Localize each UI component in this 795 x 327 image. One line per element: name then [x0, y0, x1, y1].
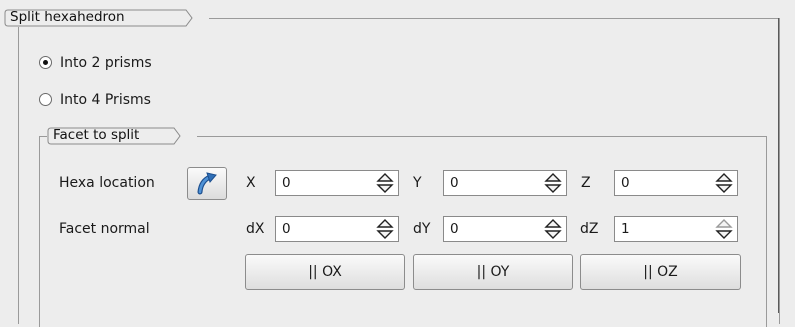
dy-spinbox[interactable]: 0: [443, 216, 567, 242]
y-label: Y: [413, 175, 422, 191]
x-value: 0: [282, 175, 291, 191]
hexa-location-label: Hexa location: [59, 175, 155, 191]
facet-to-split-title-text: Facet to split: [53, 127, 140, 143]
z-spinbox[interactable]: 0: [614, 170, 738, 196]
curved-arrow-select-icon: [197, 172, 217, 195]
dz-label: dZ: [580, 221, 599, 237]
dx-value: 0: [282, 221, 291, 237]
spin-arrows-icon[interactable]: [541, 218, 565, 240]
split-hexahedron-title-text: Split hexahedron: [10, 9, 125, 25]
hexa-location-select-button[interactable]: [187, 167, 227, 200]
dz-value: 1: [621, 221, 630, 237]
split-hexahedron-group-title: Split hexahedron: [4, 9, 209, 27]
radio-label: Into 4 Prisms: [60, 92, 151, 108]
z-label: Z: [581, 175, 591, 191]
facet-to-split-group-title: Facet to split: [47, 127, 197, 145]
parallel-oy-button[interactable]: || OY: [413, 254, 573, 290]
dz-spinbox[interactable]: 1: [614, 216, 738, 242]
parallel-ox-button[interactable]: || OX: [245, 254, 405, 290]
x-spinbox[interactable]: 0: [275, 170, 399, 196]
radio-button[interactable]: [39, 93, 52, 106]
spin-arrows-icon[interactable]: [373, 172, 397, 194]
x-label: X: [246, 175, 256, 191]
dx-label: dX: [246, 221, 265, 237]
z-value: 0: [621, 175, 630, 191]
spin-arrows-icon[interactable]: [373, 218, 397, 240]
panel-divider: [778, 18, 779, 313]
parallel-oz-button[interactable]: || OZ: [580, 254, 741, 290]
dy-value: 0: [450, 221, 459, 237]
dx-spinbox[interactable]: 0: [275, 216, 399, 242]
radio-button-checked[interactable]: [39, 56, 52, 69]
dy-label: dY: [413, 221, 431, 237]
spin-arrows-icon[interactable]: [712, 172, 736, 194]
y-value: 0: [450, 175, 459, 191]
facet-normal-label: Facet normal: [59, 221, 150, 237]
radio-label: Into 2 prisms: [60, 55, 152, 71]
spin-arrows-icon[interactable]: [541, 172, 565, 194]
y-spinbox[interactable]: 0: [443, 170, 567, 196]
spin-arrows-icon-disabled[interactable]: [712, 218, 736, 240]
